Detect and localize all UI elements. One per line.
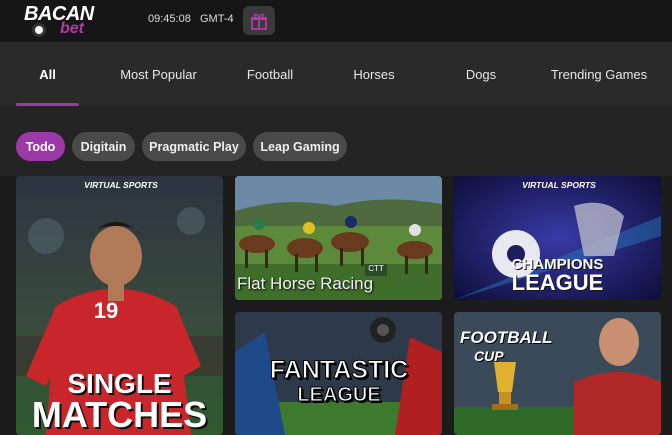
clock-time: 09:45:08	[148, 13, 191, 25]
tab-all[interactable]: All	[16, 42, 79, 106]
logo-word-bet: bet	[60, 20, 84, 37]
tab-dogs[interactable]: Dogs	[455, 42, 507, 106]
game-tile-single-matches[interactable]: 19 VIRTUAL SPORTS SINGLE MATCHES	[16, 176, 223, 435]
football-cup-title-line2: CUP	[474, 348, 504, 364]
category-nav: All Most Popular Football Horses Dogs Tr…	[0, 42, 672, 106]
tab-trending-games-label: Trending Games	[550, 66, 648, 82]
provider-chip-todo[interactable]: Todo	[16, 132, 65, 161]
tab-football-label: Football	[246, 66, 294, 82]
clock: 09:45:08 GMT-4	[148, 13, 234, 25]
gift-icon	[251, 13, 267, 30]
game-tile-flat-horse-racing[interactable]: CTT Flat Horse Racing	[235, 176, 442, 300]
provider-chip-leap-gaming-label: Leap Gaming	[260, 139, 340, 154]
clock-timezone: GMT-4	[200, 13, 234, 25]
provider-filter-bar: Todo Digitain Pragmatic Play Leap Gaming	[0, 106, 672, 176]
top-bar: BACAN bet 09:45:08 GMT-4	[0, 0, 672, 42]
game-tile-fantastic-league[interactable]: FANTASTIC LEAGUE	[235, 312, 442, 435]
provider-chip-digitain-label: Digitain	[80, 139, 127, 154]
champions-league-title-line2: LEAGUE	[511, 270, 604, 295]
tab-trending-games[interactable]: Trending Games	[548, 42, 650, 106]
provider-chip-todo-label: Todo	[25, 139, 56, 154]
gift-button[interactable]	[243, 6, 275, 35]
tab-all-label: All	[39, 66, 56, 82]
race-sign: CTT	[368, 264, 384, 273]
single-matches-title-line2: MATCHES	[31, 394, 208, 435]
fantastic-league-title-line2: LEAGUE	[297, 384, 381, 407]
tab-most-popular-label: Most Popular	[120, 66, 197, 82]
flat-horse-racing-title: Flat Horse Racing	[237, 274, 374, 293]
game-tile-football-cup[interactable]: FOOTBALL CUP	[454, 312, 661, 435]
tab-horses[interactable]: Horses	[343, 42, 405, 106]
tab-football[interactable]: Football	[236, 42, 304, 106]
fantastic-league-title-line1: FANTASTIC	[269, 356, 409, 385]
tab-most-popular[interactable]: Most Popular	[110, 42, 207, 106]
bacanbet-logo[interactable]: BACAN bet	[22, 3, 122, 39]
football-cup-title-line1: FOOTBALL	[460, 328, 553, 347]
tab-dogs-label: Dogs	[465, 66, 497, 82]
champions-league-brand: VIRTUAL SPORTS	[522, 180, 596, 190]
svg-text:19: 19	[94, 298, 118, 323]
provider-chip-leap-gaming[interactable]: Leap Gaming	[253, 132, 347, 161]
provider-chip-digitain[interactable]: Digitain	[72, 132, 135, 161]
tab-horses-label: Horses	[353, 66, 395, 82]
game-tile-champions-league[interactable]: VIRTUAL SPORTS CHAMPIONS LEAGUE	[454, 176, 661, 300]
provider-chip-pragmatic-play[interactable]: Pragmatic Play	[142, 132, 246, 161]
game-grid: 19 VIRTUAL SPORTS SINGLE MATCHES CTT Fla…	[0, 176, 672, 435]
provider-chip-pragmatic-play-label: Pragmatic Play	[149, 139, 239, 154]
single-matches-brand: VIRTUAL SPORTS	[84, 180, 158, 190]
logo-chip-icon	[32, 23, 46, 37]
